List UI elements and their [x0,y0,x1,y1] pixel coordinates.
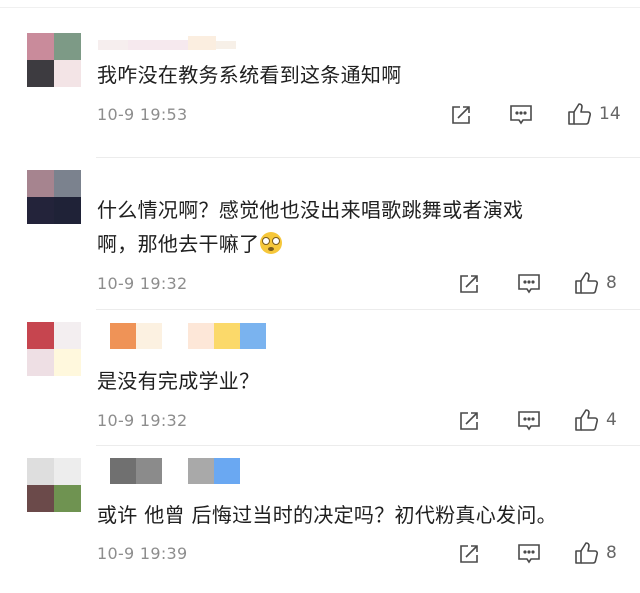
like-count: 4 [606,410,617,430]
avatar-pixel [27,33,54,60]
avatar-pixel [54,349,81,376]
nick-block [214,458,240,484]
nick-block [216,41,236,49]
nick-block [136,458,162,484]
repost-icon [460,412,478,430]
like-button[interactable]: 14 [567,102,621,126]
nick-block [98,458,110,484]
nick-block [162,458,188,484]
avatar-pixel [54,322,81,349]
nick-block [110,323,136,349]
avatar-pixel [54,60,81,87]
username-blurred[interactable] [98,34,236,54]
avatar-pixel [27,349,54,376]
comment-text: 我咋没在教务系统看到这条通知啊 [97,63,402,87]
avatar-pixel [27,322,54,349]
avatar-pixel [27,458,54,485]
like-button[interactable]: 8 [574,541,617,565]
like-count: 14 [599,104,621,124]
nick-block [240,323,266,349]
thumbs-up-icon [568,103,592,125]
avatar[interactable] [27,170,81,224]
avatar-pixel [54,170,81,197]
avatar-pixel [54,197,81,224]
like-count: 8 [606,273,617,293]
nick-block [136,323,162,349]
avatar-pixel [54,33,81,60]
avatar-pixel [27,60,54,87]
nick-block [110,458,136,484]
comment-icon [518,411,540,431]
thumbs-up-icon [575,272,599,294]
avatar-pixel [27,197,54,224]
comment-item: 是没有完成学业？ 10-9 19:32 4 [0,310,640,446]
thumbs-up-icon [575,542,599,564]
comment-text: 是没有完成学业？ [97,369,260,393]
nick-block [214,323,240,349]
comment-icon [518,274,540,294]
repost-icon [452,106,470,124]
nick-block [98,323,110,349]
nick-block [162,323,188,349]
comment-item: 什么情况啊？感觉他也没出来唱歌跳舞或者演戏 啊，那他去干嘛了 10-9 19:3… [0,158,640,310]
comment-text: 什么情况啊？感觉他也没出来唱歌跳舞或者演戏 啊，那他去干嘛了 [97,193,617,261]
comment-item: 或许 他曾 后悔过当时的决定吗？初代粉真心发问。 10-9 19:39 8 [0,446,640,593]
username-blurred[interactable] [98,323,266,349]
comment-time: 10-9 19:39 [97,544,188,563]
comment-icon [518,544,540,564]
comment-text-content: 什么情况啊？感觉他也没出来唱歌跳舞或者演戏 啊，那他去干嘛了 [97,198,524,256]
avatar[interactable] [27,322,81,376]
avatar-pixel [27,485,54,512]
avatar-pixel [54,458,81,485]
nick-block [188,458,214,484]
repost-icon [460,545,478,563]
comment-time: 10-9 19:53 [97,105,188,124]
avatar[interactable] [27,458,81,512]
avatar-pixel [27,170,54,197]
like-button[interactable]: 4 [574,408,617,432]
nick-block [98,40,128,50]
comment-item: 我咋没在教务系统看到这条通知啊 10-9 19:53 14 [0,0,640,158]
nick-block [188,36,216,50]
reply-button[interactable] [509,104,533,126]
avatar-pixel [54,485,81,512]
comment-time: 10-9 19:32 [97,411,188,430]
like-count: 8 [606,543,617,563]
nick-block [128,40,188,50]
reply-button[interactable] [517,273,541,295]
comment-text: 或许 他曾 后悔过当时的决定吗？初代粉真心发问。 [97,503,557,527]
repost-button[interactable] [458,543,480,565]
reply-button[interactable] [517,543,541,565]
repost-icon [460,275,478,293]
reply-button[interactable] [517,410,541,432]
repost-button[interactable] [450,104,472,126]
repost-button[interactable] [458,273,480,295]
avatar[interactable] [27,33,81,87]
comment-icon [510,105,532,125]
thumbs-up-icon [575,409,599,431]
nick-block [188,323,214,349]
like-button[interactable]: 8 [574,271,617,295]
comment-time: 10-9 19:32 [97,274,188,293]
flushed-face-emoji [260,232,283,254]
repost-button[interactable] [458,410,480,432]
username-blurred[interactable] [98,458,240,484]
